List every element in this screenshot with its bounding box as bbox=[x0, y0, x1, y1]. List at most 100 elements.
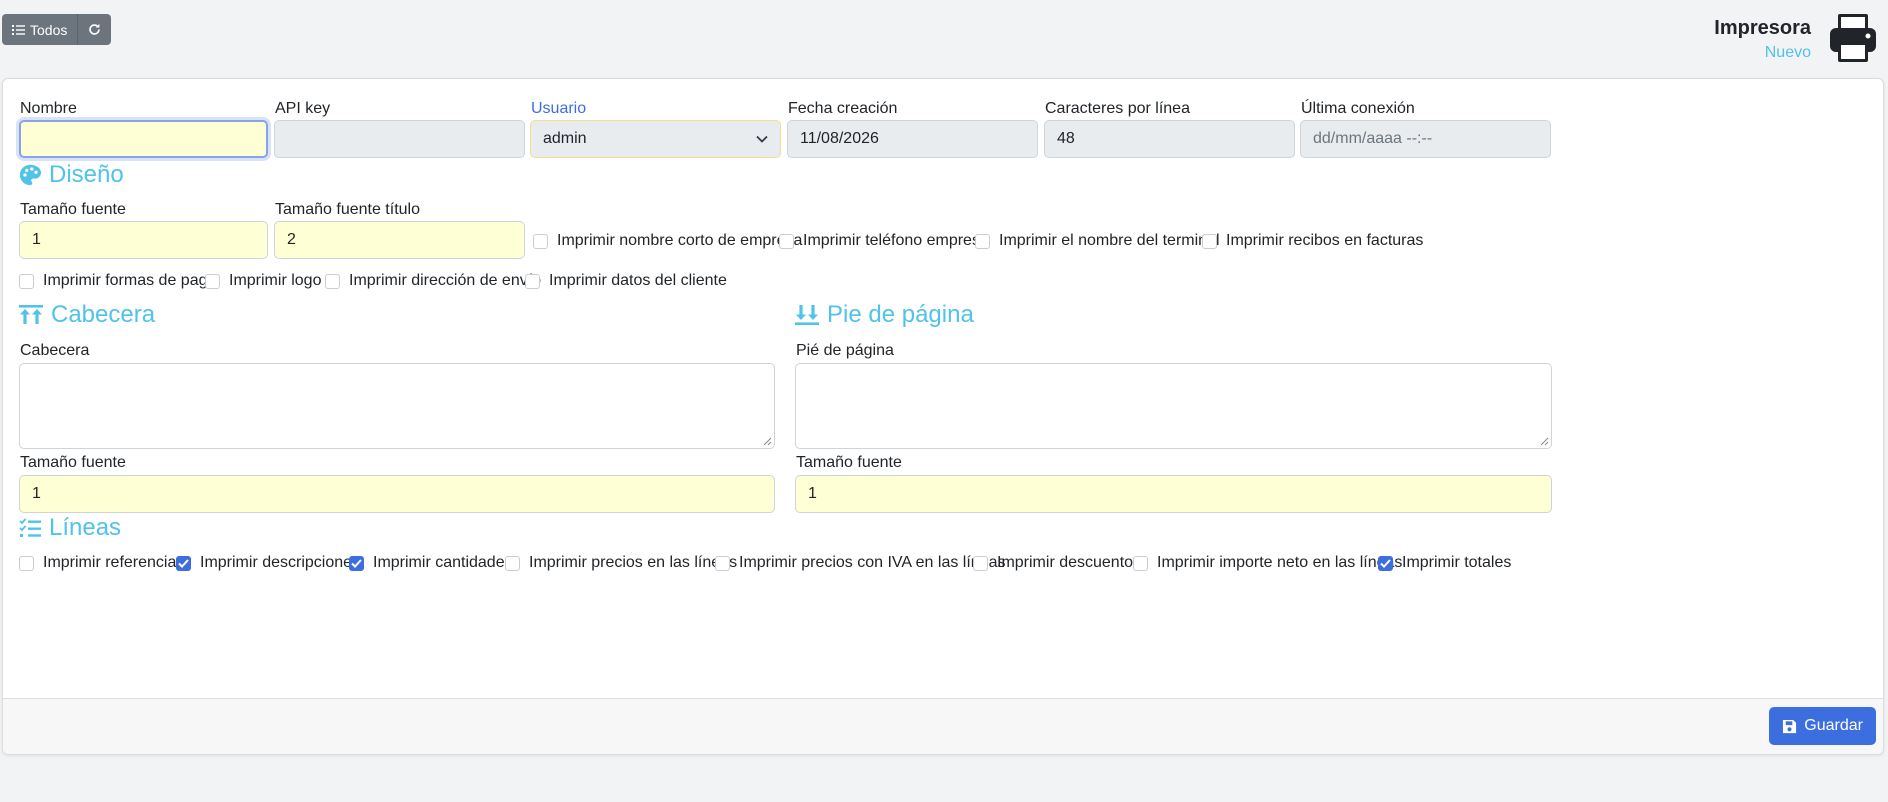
tamano-titulo-value: 2 bbox=[287, 231, 296, 248]
checkbox-checked[interactable] bbox=[1378, 555, 1393, 571]
check-terminal[interactable]: Imprimir el nombre del terminal bbox=[975, 232, 1220, 250]
cabecera-tamano-input[interactable]: 1 bbox=[19, 475, 775, 513]
check-telefono[interactable]: Imprimir teléfono empresa bbox=[779, 232, 989, 250]
refresh-button[interactable] bbox=[77, 14, 112, 45]
tamano-fuente-label: Tamaño fuente bbox=[20, 201, 126, 218]
tamano-fuente-input[interactable]: 1 bbox=[19, 221, 268, 259]
nombre-input[interactable] bbox=[19, 120, 268, 158]
check-direccion-envio[interactable]: Imprimir dirección de envío bbox=[325, 272, 541, 290]
diseno-heading: Diseño bbox=[19, 161, 124, 189]
checkbox[interactable] bbox=[325, 273, 340, 289]
apikey-label: API key bbox=[275, 100, 331, 117]
checkbox-label: Imprimir referencias bbox=[43, 554, 185, 571]
checkbox[interactable] bbox=[715, 555, 730, 571]
top-bar: Todos Impresora Nuevo bbox=[0, 0, 1888, 80]
arrows-up-to-line-icon bbox=[19, 305, 43, 324]
checkbox-label: Imprimir teléfono empresa bbox=[803, 232, 989, 249]
page-title-block: Impresora Nuevo bbox=[1714, 16, 1811, 63]
checkbox-label: Imprimir el nombre del terminal bbox=[999, 232, 1220, 249]
resize-grip-icon[interactable] bbox=[1540, 437, 1549, 446]
check-icon bbox=[178, 558, 189, 568]
fecha-label: Fecha creación bbox=[788, 100, 898, 117]
checkbox-label: Imprimir datos del cliente bbox=[549, 272, 727, 289]
checkbox-label: Imprimir importe neto en las líneas bbox=[1157, 554, 1403, 571]
list-icon bbox=[12, 24, 25, 35]
checkbox-label: Imprimir nombre corto de empresa bbox=[557, 232, 803, 249]
checkbox-checked[interactable] bbox=[349, 555, 364, 571]
chevron-down-icon bbox=[756, 135, 768, 143]
page-title: Impresora bbox=[1714, 17, 1811, 39]
toolbar-button-group: Todos bbox=[2, 14, 112, 45]
checkbox[interactable] bbox=[1133, 555, 1148, 571]
check-cantidades[interactable]: Imprimir cantidades bbox=[349, 554, 513, 572]
checkbox[interactable] bbox=[1202, 233, 1217, 249]
cabecera-tamano-label: Tamaño fuente bbox=[20, 454, 126, 471]
resize-grip-icon[interactable] bbox=[763, 437, 772, 446]
checkbox[interactable] bbox=[205, 273, 220, 289]
save-button-label: Guardar bbox=[1804, 717, 1863, 734]
cabecera-textarea[interactable] bbox=[19, 363, 775, 449]
checkbox-label: Imprimir descripciones bbox=[200, 554, 361, 571]
check-descripciones[interactable]: Imprimir descripciones bbox=[176, 554, 360, 572]
all-button-label: Todos bbox=[30, 21, 68, 38]
fecha-value: 11/08/2026 bbox=[800, 130, 879, 147]
pie-tamano-input[interactable]: 1 bbox=[795, 475, 1552, 513]
usuario-value: admin bbox=[543, 130, 587, 147]
ultima-label: Última conexión bbox=[1301, 100, 1415, 117]
check-icon bbox=[351, 558, 362, 568]
printer-form-card: Nombre API key Usuario admin Fecha creac… bbox=[2, 78, 1884, 755]
check-importe-neto[interactable]: Imprimir importe neto en las líneas bbox=[1133, 554, 1402, 572]
check-formas-pago[interactable]: Imprimir formas de pago bbox=[19, 272, 216, 290]
pie-tamano-label: Tamaño fuente bbox=[796, 454, 902, 471]
form-body: Nombre API key Usuario admin Fecha creac… bbox=[3, 79, 1883, 699]
diseno-title: Diseño bbox=[49, 161, 124, 188]
check-logo[interactable]: Imprimir logo bbox=[205, 272, 321, 290]
form-footer: Guardar bbox=[3, 698, 1883, 754]
check-totales[interactable]: Imprimir totales bbox=[1378, 554, 1511, 572]
pie-textarea[interactable] bbox=[795, 363, 1552, 449]
cabecera-tamano-value: 1 bbox=[32, 485, 41, 502]
tamano-titulo-input[interactable]: 2 bbox=[274, 221, 525, 259]
checkbox-label: Imprimir precios con IVA en las líneas bbox=[739, 554, 1006, 571]
check-recibos[interactable]: Imprimir recibos en facturas bbox=[1202, 232, 1423, 250]
checkbox[interactable] bbox=[525, 273, 540, 289]
caracteres-input: 48 bbox=[1044, 120, 1295, 158]
caracteres-value: 48 bbox=[1057, 130, 1075, 147]
save-button[interactable]: Guardar bbox=[1769, 707, 1876, 745]
checkbox[interactable] bbox=[19, 273, 34, 289]
page-subtitle: Nuevo bbox=[1764, 44, 1811, 61]
check-referencias[interactable]: Imprimir referencias bbox=[19, 554, 184, 572]
checkbox[interactable] bbox=[533, 233, 548, 249]
cabecera-label: Cabecera bbox=[20, 342, 90, 359]
checkbox-label: Imprimir precios en las líneas bbox=[529, 554, 738, 571]
checkbox[interactable] bbox=[505, 555, 520, 571]
checkbox[interactable] bbox=[779, 233, 794, 249]
check-nombre-corto[interactable]: Imprimir nombre corto de empresa bbox=[533, 232, 802, 250]
apikey-input[interactable] bbox=[274, 120, 525, 158]
check-icon bbox=[1380, 558, 1391, 568]
check-descuentos[interactable]: Imprimir descuentos bbox=[973, 554, 1141, 572]
check-precios-lineas[interactable]: Imprimir precios en las líneas bbox=[505, 554, 737, 572]
checkbox[interactable] bbox=[973, 555, 988, 571]
lineas-title: Líneas bbox=[49, 514, 122, 541]
checkbox-label: Imprimir descuentos bbox=[997, 554, 1142, 571]
checkbox[interactable] bbox=[975, 233, 990, 249]
list-check-icon bbox=[19, 518, 41, 537]
pie-tamano-value: 1 bbox=[808, 485, 817, 502]
checkbox-checked[interactable] bbox=[176, 555, 191, 571]
ultima-input: dd/mm/aaaa --:-- bbox=[1300, 120, 1551, 158]
check-precios-iva[interactable]: Imprimir precios con IVA en las líneas bbox=[715, 554, 1005, 572]
pie-heading: Pie de página bbox=[795, 301, 974, 329]
all-button[interactable]: Todos bbox=[2, 14, 78, 45]
check-datos-cliente[interactable]: Imprimir datos del cliente bbox=[525, 272, 727, 290]
caracteres-label: Caracteres por línea bbox=[1045, 100, 1190, 117]
checkbox-label: Imprimir recibos en facturas bbox=[1226, 232, 1424, 249]
cabecera-heading: Cabecera bbox=[19, 301, 155, 329]
checkbox-label: Imprimir dirección de envío bbox=[349, 272, 542, 289]
lineas-heading: Líneas bbox=[19, 514, 121, 542]
usuario-select[interactable]: admin bbox=[530, 120, 781, 158]
usuario-label: Usuario bbox=[531, 100, 587, 117]
checkbox-label: Imprimir formas de pago bbox=[43, 272, 217, 289]
checkbox[interactable] bbox=[19, 555, 34, 571]
checkbox-label: Imprimir logo bbox=[229, 272, 322, 289]
